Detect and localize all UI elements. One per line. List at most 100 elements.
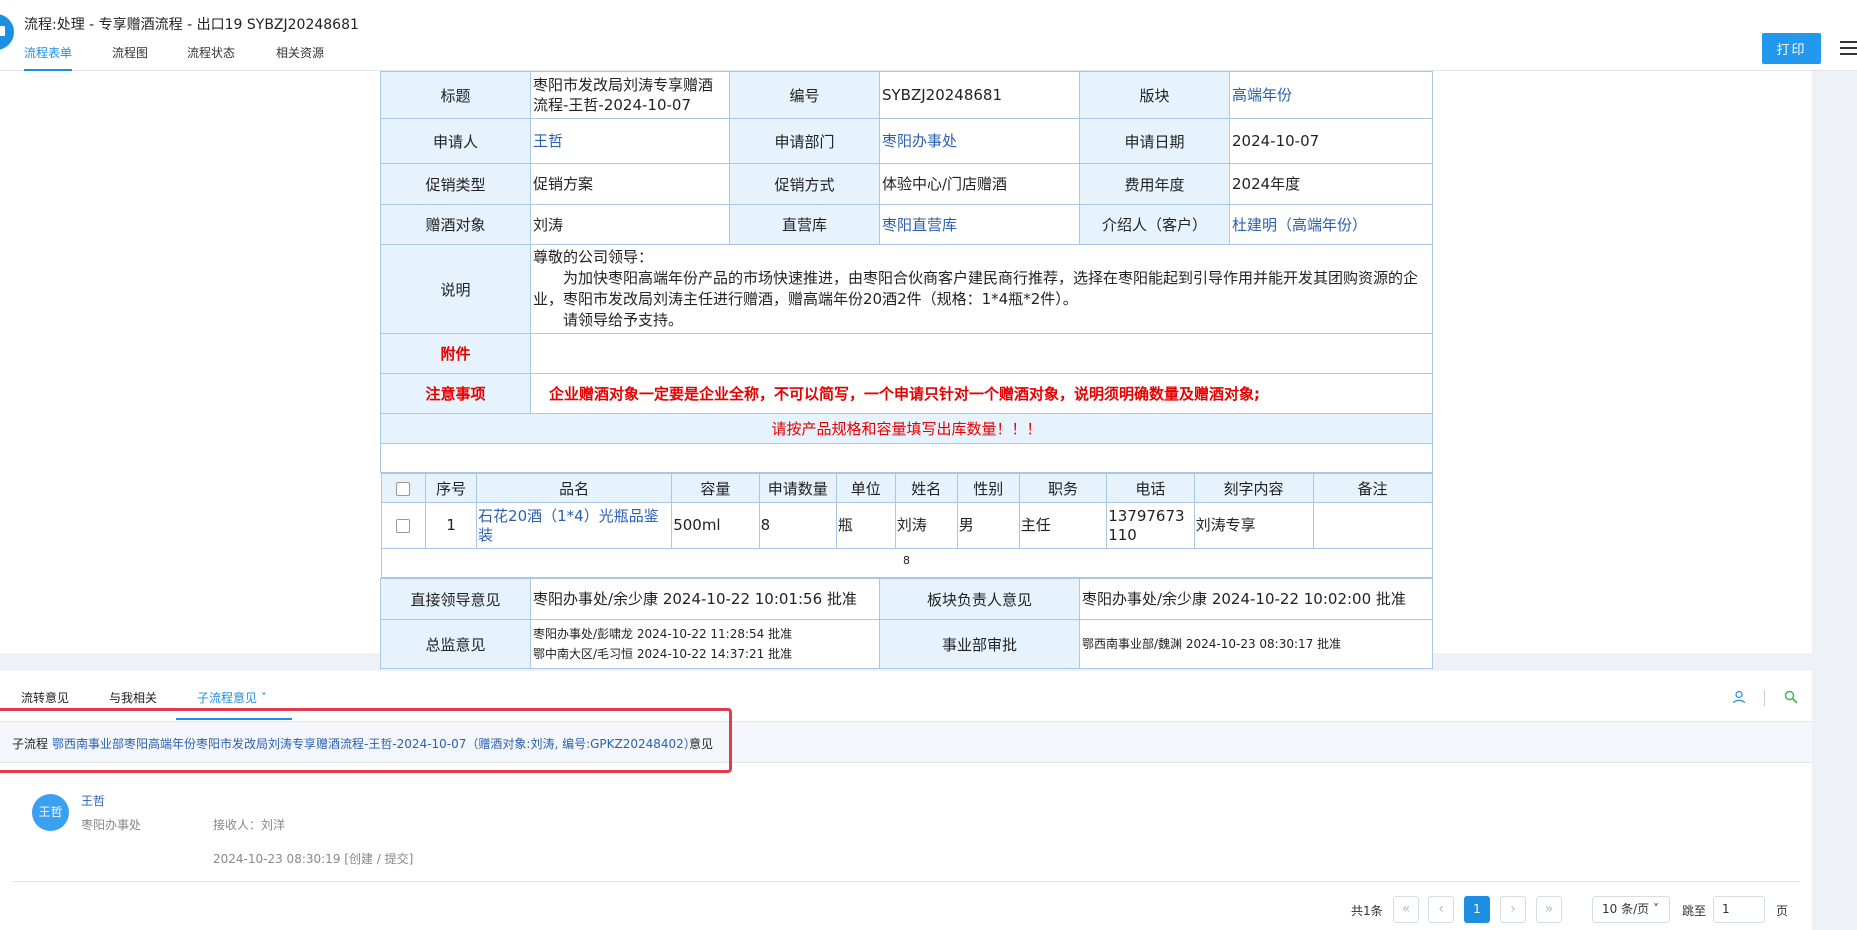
item-engrave: 刘涛专享: [1193, 502, 1314, 549]
item-name[interactable]: 石花20酒（1*4）光瓶品鉴装: [476, 502, 673, 549]
fee-year-value: 2024年度: [1229, 163, 1433, 205]
subflow-link[interactable]: 鄂西南事业部枣阳高端年份枣阳市发改局刘涛专享赠酒流程-王哲-2024-10-07…: [52, 735, 696, 752]
item-person: 刘涛: [894, 502, 958, 549]
tab-flow-form[interactable]: 流程表单: [24, 44, 73, 71]
items-total: 8: [380, 548, 1433, 578]
column-header: 序号: [425, 473, 478, 503]
item-remark: [1312, 502, 1433, 549]
form-panel: 标题 枣阳市发改局刘涛专享赠酒流程-王哲-2024-10-07 编号 SYBZJ…: [0, 71, 1812, 669]
row-checkbox-cell[interactable]: [380, 502, 427, 549]
desc-line: 请领导给予支持。: [563, 311, 684, 329]
director-value: 枣阳办事处/彭啸龙 2024-10-22 11:28:54 批准 鄂中南大区/毛…: [530, 619, 880, 669]
item-gender: 男: [956, 502, 1020, 549]
desc-line: 尊敬的公司领导：: [533, 248, 654, 266]
page-button-current[interactable]: 1: [1464, 896, 1490, 923]
division-value: 鄂西南事业部/魏渊 2024-10-23 08:30:17 批准: [1079, 619, 1433, 669]
last-page-button[interactable]: »: [1536, 896, 1562, 923]
subflow-prefix: 子流程: [12, 737, 49, 751]
store-label: 直营库: [729, 204, 880, 245]
column-header: 刻字内容: [1193, 473, 1314, 503]
block-head-label: 板块负责人意见: [879, 578, 1080, 620]
column-header: 品名: [476, 473, 673, 503]
avatar: 王哲: [32, 794, 69, 831]
divider: [1764, 690, 1765, 706]
tab-subflow-opinions[interactable]: 子流程意见 ˅: [197, 689, 267, 706]
item-title: 主任: [1018, 502, 1108, 549]
block-head-value: 枣阳办事处/余少康 2024-10-22 10:02:00 批准: [1079, 578, 1433, 620]
select-all-checkbox-cell[interactable]: [380, 473, 427, 503]
user-icon[interactable]: [1732, 690, 1746, 704]
row-checkbox[interactable]: [396, 518, 411, 533]
column-header: 电话: [1106, 473, 1195, 503]
item-no: 1: [425, 502, 478, 549]
select-all-checkbox[interactable]: [396, 481, 411, 496]
page-title: 流程:处理 - 专享赠酒流程 - 出口19 SYBZJ20248681: [24, 17, 359, 33]
menu-icon[interactable]: [1840, 41, 1857, 57]
items-header-row: 序号 品名 容量 申请数量 单位 姓名 性别 职务 电话 刻字内容 备注: [380, 473, 1433, 503]
comment-time: 2024-10-23 08:30:19 [创建 / 提交]: [213, 852, 414, 866]
tab-related-to-me[interactable]: 与我相关: [109, 689, 157, 706]
attachment-label: 附件: [380, 333, 531, 374]
block-label: 版块: [1079, 71, 1230, 119]
goto-page-input[interactable]: 1: [1713, 896, 1765, 923]
attachment-value[interactable]: [530, 333, 1433, 374]
block-value[interactable]: 高端年份: [1229, 71, 1433, 119]
tab-related-resources[interactable]: 相关资源: [276, 44, 324, 71]
target-label: 赠酒对象: [380, 204, 531, 245]
column-header: 容量: [671, 473, 760, 503]
items-total-row: 8: [380, 548, 1433, 578]
promo-method-label: 促销方式: [729, 163, 880, 205]
desc-line: 为加快枣阳高端年份产品的市场快速推进，由枣阳合伙商客户建民商行推荐，选择在枣阳能…: [533, 269, 1419, 308]
desc-label: 说明: [380, 244, 531, 334]
promo-type-value: 促销方案: [530, 163, 730, 205]
promo-type-label: 促销类型: [380, 163, 531, 205]
director-line: 枣阳办事处/彭啸龙 2024-10-22 11:28:54 批准: [533, 627, 793, 641]
tab-flow-status[interactable]: 流程状态: [187, 44, 235, 71]
item-phone: 13797673110: [1106, 502, 1195, 549]
division-label: 事业部审批: [879, 619, 1080, 669]
target-value: 刘涛: [530, 204, 730, 245]
items-container: 序号 品名 容量 申请数量 单位 姓名 性别 职务 电话 刻字内容 备注 1 石…: [380, 473, 1433, 579]
page-unit: 页: [1776, 904, 1789, 918]
column-header: 性别: [956, 473, 1020, 503]
column-header: 备注: [1312, 473, 1433, 503]
referrer-value[interactable]: 杜建明（高端年份）: [1229, 204, 1433, 245]
item-unit: 瓶: [835, 502, 896, 549]
flow-form-table: 标题 枣阳市发改局刘涛专享赠酒流程-王哲-2024-10-07 编号 SYBZJ…: [380, 71, 1433, 669]
promo-method-value: 体验中心/门店赠酒: [879, 163, 1080, 205]
next-page-button[interactable]: ›: [1500, 896, 1526, 923]
blank-row: [380, 443, 1433, 473]
code-label: 编号: [729, 71, 880, 119]
code-value: SYBZJ20248681: [879, 71, 1080, 119]
direct-leader-label: 直接领导意见: [380, 578, 531, 620]
director-line: 鄂中南大区/毛习恒 2024-10-22 14:37:21 批准: [533, 647, 793, 661]
column-header: 申请数量: [758, 473, 837, 503]
first-page-button[interactable]: «: [1393, 896, 1419, 923]
search-icon[interactable]: [1784, 690, 1798, 704]
items-table: 序号 品名 容量 申请数量 单位 姓名 性别 职务 电话 刻字内容 备注 1 石…: [380, 473, 1433, 578]
tab-transfer-opinions[interactable]: 流转意见: [21, 689, 69, 706]
comment-author[interactable]: 王哲: [81, 792, 105, 809]
prev-page-button[interactable]: ‹: [1428, 896, 1454, 923]
tab-flow-chart[interactable]: 流程图: [112, 44, 148, 71]
applicant-value[interactable]: 王哲: [530, 118, 730, 164]
date-label: 申请日期: [1079, 118, 1230, 164]
comments-panel: 流转意见 与我相关 子流程意见 ˅ 子流程 鄂西南事业部枣阳高端年份枣阳市发改局…: [0, 671, 1812, 930]
director-label: 总监意见: [380, 619, 531, 669]
print-button[interactable]: 打印: [1762, 33, 1821, 64]
desc-value: 尊敬的公司领导： 为加快枣阳高端年份产品的市场快速推进，由枣阳合伙商客户建民商行…: [530, 244, 1433, 334]
store-value[interactable]: 枣阳直营库: [879, 204, 1080, 245]
page-size-select[interactable]: 10 条/页 ˅: [1592, 896, 1670, 923]
column-header: 单位: [835, 473, 896, 503]
applicant-label: 申请人: [380, 118, 531, 164]
dept-value[interactable]: 枣阳办事处: [879, 118, 1080, 164]
comment-dept: 枣阳办事处: [81, 818, 142, 832]
subflow-suffix: 意见: [689, 737, 714, 751]
app-logo-icon: [0, 14, 14, 50]
goto-label: 跳至: [1682, 904, 1707, 918]
notes-value: 企业赠酒对象一定要是企业全称，不可以简写，一个申请只针对一个赠酒对象，说明须明确…: [530, 373, 1433, 414]
title-label: 标题: [380, 71, 531, 119]
divider: [12, 881, 1800, 882]
fee-year-label: 费用年度: [1079, 163, 1230, 205]
dept-label: 申请部门: [729, 118, 880, 164]
